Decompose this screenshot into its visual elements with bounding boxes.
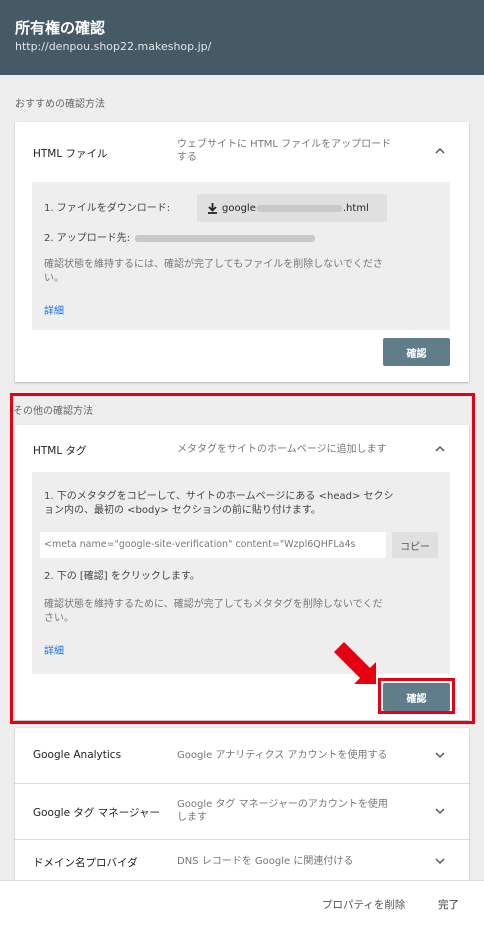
recommended-label: おすすめの確認方法 xyxy=(15,99,105,110)
download-step: 1. ファイルをダウンロード: xyxy=(44,203,171,214)
html-file-panel: 1. ファイルをダウンロード: google .html 2. アップロード先:… xyxy=(32,182,450,330)
details-link[interactable]: 詳細 xyxy=(44,302,64,317)
keep-file-note: 確認状態を維持するには、確認が完了してもファイルを削除しないでくださ い。 xyxy=(44,259,383,284)
download-icon xyxy=(208,203,217,214)
html-file-title: HTML ファイル xyxy=(33,148,108,160)
done-button[interactable]: 完了 xyxy=(438,897,459,912)
html-file-desc: ウェブサイトに HTML ファイルをアップロード する xyxy=(177,139,392,163)
property-url: http://denpou.shop22.makeshop.jp/ xyxy=(15,40,212,53)
delete-property-button[interactable]: プロパティを削除 xyxy=(322,897,405,912)
method-domain-provider[interactable]: ドメイン名プロバイダ DNS レコードを Google に関連付ける xyxy=(15,840,469,880)
dialog-footer: プロパティを削除 完了 xyxy=(0,880,484,927)
chevron-down-icon xyxy=(435,808,445,815)
other-methods-highlight xyxy=(10,393,475,724)
chevron-down-icon xyxy=(435,858,445,865)
method-google-analytics[interactable]: Google Analytics Google アナリティクス アカウントを使用… xyxy=(15,728,469,784)
dialog-header: 所有権の確認 http://denpou.shop22.makeshop.jp/ xyxy=(0,0,484,75)
method-google-tag-manager[interactable]: Google タグ マネージャー Google タグ マネージャーのアカウントを… xyxy=(15,784,469,840)
other-methods-list: Google Analytics Google アナリティクス アカウントを使用… xyxy=(15,728,469,880)
verify-button[interactable]: 確認 xyxy=(383,338,450,366)
dialog-title: 所有権の確認 xyxy=(15,19,106,37)
chevron-up-icon[interactable] xyxy=(433,144,447,158)
chevron-down-icon xyxy=(435,752,445,759)
download-file-button[interactable]: google .html xyxy=(197,194,387,222)
html-file-card: HTML ファイル ウェブサイトに HTML ファイルをアップロード する 1. … xyxy=(15,122,469,382)
upload-step: 2. アップロード先: xyxy=(44,232,316,246)
